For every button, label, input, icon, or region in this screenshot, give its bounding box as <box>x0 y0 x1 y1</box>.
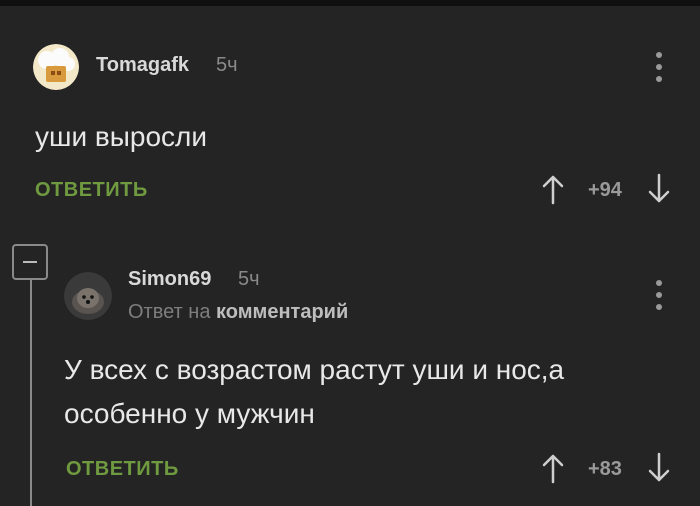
reply-prefix: Ответ на <box>128 301 211 323</box>
avatar-simon69[interactable] <box>64 272 112 320</box>
reply-button[interactable]: ОТВЕТИТЬ <box>35 179 148 202</box>
arrow-down-icon[interactable] <box>646 173 672 205</box>
reply-button[interactable]: ОТВЕТИТЬ <box>66 458 179 481</box>
username[interactable]: Tomagafk <box>96 54 189 77</box>
thread-line[interactable] <box>30 280 32 506</box>
score: +83 <box>588 458 622 480</box>
avatar-tomagafk[interactable] <box>33 44 79 90</box>
comment-text: уши выросли <box>35 121 208 152</box>
timestamp: 5ч <box>216 54 238 76</box>
more-vertical-icon[interactable] <box>654 50 664 84</box>
score: +94 <box>588 179 622 201</box>
top-bar <box>0 0 700 6</box>
comment-text: У всех с возрастом растут уши и нос,а ос… <box>64 348 564 436</box>
comment-text-line: У всех с возрастом растут уши и нос,а <box>64 354 565 385</box>
arrow-up-icon[interactable] <box>540 452 566 484</box>
more-vertical-icon[interactable] <box>654 278 664 312</box>
reply-target-link[interactable]: комментарий <box>216 301 348 323</box>
collapse-thread-button[interactable] <box>12 244 48 280</box>
timestamp: 5ч <box>238 268 260 290</box>
username[interactable]: Simon69 <box>128 268 211 291</box>
reply-to-label: Ответ на комментарий <box>128 301 348 324</box>
arrow-up-icon[interactable] <box>540 173 566 205</box>
comment-text-line: особенно у мужчин <box>64 398 315 429</box>
arrow-down-icon[interactable] <box>646 452 672 484</box>
